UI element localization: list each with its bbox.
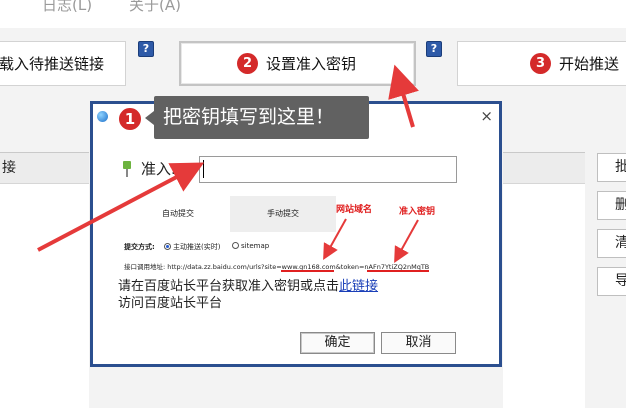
guide-label-key: 准入密钥 [399,207,436,217]
step-2-set-key-button[interactable]: 2 设置准入密钥 [179,41,416,86]
menu-about[interactable]: 关于(A) [129,0,181,15]
instruction-line2: 访问百度站长平台 [118,296,223,311]
dialog-app-icon [97,111,108,122]
step-3-number-badge: 3 [530,53,551,74]
link-list-panel[interactable]: 接 [0,152,89,409]
step-2-label: 设置准入密钥 [266,55,357,73]
instruction-line1: 请在百度站长平台获取准入密钥或点击 [118,279,340,294]
key-field-label: 准入... [141,160,186,178]
cancel-button[interactable]: 取消 [381,332,456,354]
radio-off-icon [232,242,239,249]
guide-option-realtime-text: 主动推送(实时) [173,243,221,251]
side-button-delete[interactable]: 删 [597,191,626,220]
guide-label-domain: 网站域名 [336,205,373,215]
pin-icon [123,161,131,177]
step-2-number-badge: 2 [237,53,258,74]
callout-tooltip: 把密钥填写到这里！ [154,96,369,139]
step-3-start-push-button[interactable]: 3 开始推送 [457,41,626,86]
link-list-header: 接 [0,153,89,184]
callout-tail [145,111,154,125]
help-icon-step-2[interactable]: ? [426,41,442,57]
step-1-load-links-button[interactable]: 载入待推送链接 [0,41,126,86]
menu-log[interactable]: 日志(L) [42,0,92,15]
side-button-export[interactable]: 导 [597,267,626,296]
step-3-label: 开始推送 [559,55,620,73]
menu-bar: 日志(L) 关于(A) [0,0,626,14]
instruction-text: 请在百度站长平台获取准入密钥或点击此链接 访问百度站长平台 [118,278,448,312]
ok-button[interactable]: 确定 [300,332,375,354]
guide-option-realtime: 主动推送(实时) [164,242,220,252]
close-icon[interactable]: × [480,107,493,125]
status-panel [503,152,585,409]
key-input[interactable] [199,156,457,183]
callout-number-badge: 1 [117,106,143,132]
guide-tab-auto: 自动提交 [126,196,230,232]
status-panel-header [503,153,585,184]
step-1-label: 载入待推送链接 [0,55,105,73]
baidu-link[interactable]: 此链接 [339,279,378,294]
guide-option-sitemap-text: sitemap [241,242,270,250]
side-button-batch[interactable]: 批 [597,153,626,182]
guide-underline-key [367,270,429,272]
side-button-clear[interactable]: 清 [597,229,626,258]
help-icon-step-1[interactable]: ? [138,41,154,57]
guide-submit-mode-label: 提交方式: [124,243,155,251]
guide-option-sitemap: sitemap [232,242,269,250]
guide-underline-domain [281,270,334,272]
guide-tab-manual: 手动提交 [230,196,336,232]
text-caret [203,160,204,178]
radio-on-icon [164,243,171,250]
